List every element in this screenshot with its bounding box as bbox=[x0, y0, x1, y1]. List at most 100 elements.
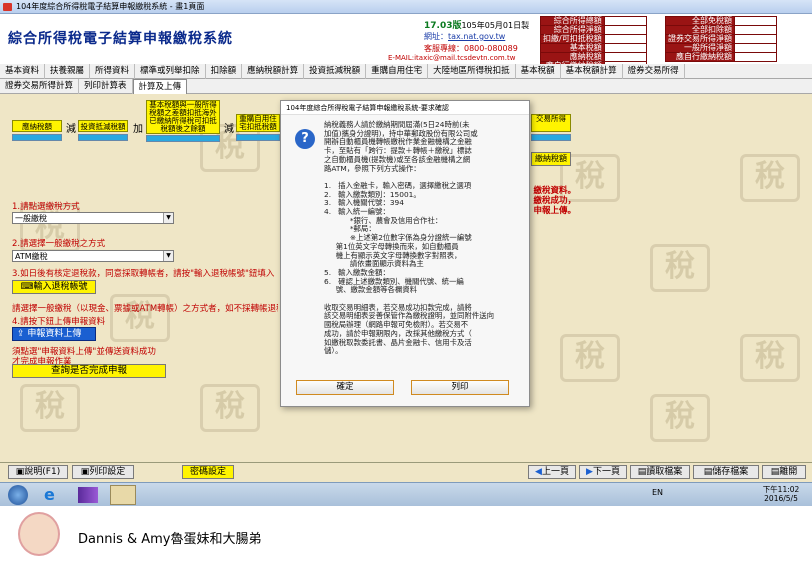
repurchase-credit-field bbox=[236, 134, 280, 141]
watermark-stamp: 稅 bbox=[20, 384, 80, 432]
version-info: 17.03版105年05月01日製 bbox=[424, 18, 529, 31]
basic-vs-general-label: 基本稅額與一般所得稅額之差額扣抵海外已繳納所得稅可扣抵稅額後之餘額 bbox=[146, 100, 220, 134]
website-info: 網址：tax.nat.gov.tw bbox=[424, 31, 505, 42]
blog-brand: Dannis & Amy魯蛋妹和大腸弟 bbox=[78, 532, 262, 547]
summary-value bbox=[603, 52, 647, 62]
tab-repurchase-home[interactable]: 重購自用住宅 bbox=[366, 64, 429, 79]
keyboard-icon: ⌨ bbox=[20, 282, 34, 292]
app-icon bbox=[3, 3, 12, 11]
confirm-dialog: 104年度綜合所得稅電子結算申報繳稅系統-要求確認 ? 納稅義務人請於繳納期間屆… bbox=[280, 100, 530, 407]
general-payment-select[interactable]: ATM繳稅 ▼ bbox=[12, 250, 174, 262]
watermark-stamp: 稅 bbox=[650, 244, 710, 292]
securities-label: 交易所得 bbox=[531, 114, 571, 132]
tab-print-sheet[interactable]: 列印計算表 bbox=[79, 79, 133, 94]
tab-investment-credit[interactable]: 投資抵減稅額 bbox=[304, 64, 367, 79]
securities-field bbox=[531, 134, 571, 141]
start-button[interactable] bbox=[8, 485, 28, 505]
language-indicator[interactable]: EN bbox=[652, 488, 663, 497]
step4-label: 4.請按下鈕上傳申報資料 bbox=[12, 317, 106, 327]
help-button[interactable]: ▣說明(F1) bbox=[8, 465, 68, 479]
step3-label: 3.如日後有核定退稅款，同意採取轉帳者，請按"輸入退稅帳號"鈕填入 bbox=[12, 269, 275, 279]
arrow-left-icon: ◀ bbox=[535, 467, 542, 477]
clock-time: 下午11:02 bbox=[762, 485, 800, 494]
minus-operator: 減 bbox=[224, 124, 234, 135]
tab-calc-upload[interactable]: 計算及上傳 bbox=[132, 79, 188, 94]
internet-explorer-icon[interactable]: e bbox=[44, 486, 62, 504]
pay-tax-button[interactable]: 繳納稅額 bbox=[531, 152, 571, 166]
tab-basic-data[interactable]: 基本資料 bbox=[0, 64, 46, 79]
next-page-label: 下一頁 bbox=[592, 467, 620, 477]
print-settings-button[interactable]: ▣列印設定 bbox=[72, 465, 134, 479]
chevron-down-icon: ▼ bbox=[163, 251, 173, 261]
next-page-button[interactable]: ▶下一頁 bbox=[579, 465, 627, 479]
save-file-button[interactable]: ▤儲存檔案 bbox=[693, 465, 759, 479]
watermark-stamp: 稅 bbox=[740, 334, 800, 382]
website-link[interactable]: tax.nat.gov.tw bbox=[448, 32, 505, 41]
tax-payable-label: 應納稅額 bbox=[12, 120, 62, 132]
step1-label: 1.請點選繳稅方式 bbox=[12, 202, 80, 212]
printer-icon: ▣ bbox=[80, 467, 90, 477]
confirm-button[interactable]: 確定 bbox=[296, 380, 394, 395]
summary-value bbox=[734, 43, 777, 53]
tax-app-taskbar-icon[interactable] bbox=[110, 485, 136, 505]
upload-label: 申報資料上傳 bbox=[27, 329, 82, 339]
question-icon: ? bbox=[295, 129, 315, 149]
email-link[interactable]: E-MAIL:itaxic@mail.tcsdevtn.com.tw bbox=[388, 54, 515, 62]
chevron-down-icon: ▼ bbox=[163, 213, 173, 223]
upload-icon: ⇪ bbox=[17, 329, 28, 339]
summary-value bbox=[603, 25, 647, 35]
investment-credit-field bbox=[78, 134, 128, 141]
window-titlebar: 104年度綜合所得稅電子結算申報繳稅系統 - 畫1頁面 bbox=[0, 0, 812, 14]
repurchase-credit-label: 重購自用住宅扣抵稅額 bbox=[236, 114, 280, 132]
window-title: 104年度綜合所得稅電子結算申報繳稅系統 - 畫1頁面 bbox=[16, 2, 205, 11]
tab-mainland-credit[interactable]: 大陸地區所得稅扣抵 bbox=[428, 64, 516, 79]
clock-date: 2016/5/5 bbox=[764, 494, 798, 503]
summary-value bbox=[734, 25, 777, 35]
media-app-icon[interactable] bbox=[78, 487, 98, 503]
upload-button[interactable]: ⇪ 申報資料上傳 bbox=[12, 327, 96, 341]
minus-operator: 減 bbox=[66, 124, 76, 135]
system-clock[interactable]: 下午11:02 2016/5/5 bbox=[758, 485, 804, 503]
tab-deduction-type[interactable]: 標準或列舉扣除 bbox=[135, 64, 206, 79]
summary-value bbox=[734, 34, 777, 44]
arrow-right-icon: ▶ bbox=[586, 467, 593, 477]
prev-page-button[interactable]: ◀上一頁 bbox=[528, 465, 576, 479]
payment-method-select[interactable]: 一般繳稅 ▼ bbox=[12, 212, 174, 224]
hotline: 客服專線：0800-080089 bbox=[424, 44, 518, 53]
website-label: 網址： bbox=[424, 32, 448, 41]
summary-value bbox=[603, 34, 647, 44]
watermark-stamp: 稅 bbox=[560, 334, 620, 382]
payment-method-value: 一般繳稅 bbox=[15, 214, 47, 223]
version-number: 17.03版 bbox=[424, 21, 462, 31]
help-label: 說明(F1) bbox=[24, 467, 61, 477]
print-button[interactable]: 列印 bbox=[411, 380, 509, 395]
investment-credit-label: 投資抵減稅額 bbox=[78, 120, 128, 132]
tab-income[interactable]: 所得資料 bbox=[90, 64, 136, 79]
watermark-stamp: 稅 bbox=[740, 154, 800, 202]
exit-icon: ▤ bbox=[770, 467, 780, 477]
blog-footer: Dannis & Amy魯蛋妹和大腸弟 bbox=[0, 506, 812, 562]
refund-account-button[interactable]: ⌨輸入退稅帳號 bbox=[12, 280, 96, 294]
password-button[interactable]: 密碼設定 bbox=[182, 465, 234, 479]
summary-value bbox=[603, 16, 647, 26]
tab-tax-calc[interactable]: 應納稅額計算 bbox=[242, 64, 305, 79]
summary-label: 應自行繳納稅額 bbox=[665, 52, 735, 62]
mascot-avatar bbox=[18, 512, 60, 556]
watermark-stamp: 稅 bbox=[200, 384, 260, 432]
tab-securities-calc[interactable]: 證券交易所得計算 bbox=[0, 79, 80, 94]
step2-label: 2.請選擇一般繳稅之方式 bbox=[12, 239, 106, 249]
dialog-title: 104年度綜合所得稅電子結算申報繳稅系統-要求確認 bbox=[281, 101, 529, 115]
tab-securities-income[interactable]: 證券交易所得 bbox=[623, 64, 685, 79]
summary-table-right: 全部免稅額 全部扣除額 證券交易所得淨額 一般所得淨額 應自行繳納稅額 bbox=[665, 16, 777, 62]
exit-button[interactable]: ▤離開 bbox=[762, 465, 806, 479]
query-status-button[interactable]: 查詢是否完成申報 bbox=[12, 364, 166, 378]
read-file-label: 讀取檔案 bbox=[646, 467, 683, 477]
tab-basic-tax-calc[interactable]: 基本稅額計算 bbox=[561, 64, 623, 79]
tab-dependents[interactable]: 扶養親屬 bbox=[45, 64, 91, 79]
tab-deductions[interactable]: 扣除額 bbox=[206, 64, 243, 79]
app-title: 綜合所得稅電子結算申報繳稅系統 bbox=[8, 31, 233, 47]
disk-icon: ▤ bbox=[703, 467, 713, 477]
tab-bar-row1: 基本資料 扶養親屬 所得資料 標準或列舉扣除 扣除額 應納稅額計算 投資抵減稅額… bbox=[0, 64, 812, 79]
read-file-button[interactable]: ▤讀取檔案 bbox=[630, 465, 690, 479]
tab-basic-tax[interactable]: 基本稅額 bbox=[516, 64, 561, 79]
